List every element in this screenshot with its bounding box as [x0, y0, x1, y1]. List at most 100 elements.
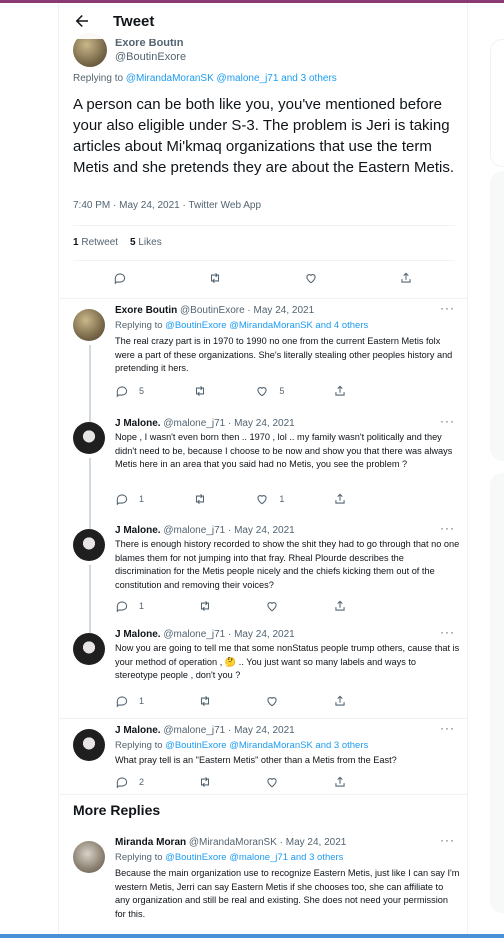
retweet-button[interactable]	[198, 774, 212, 790]
reply-handle-date[interactable]: @malone_j71 · May 24, 2021	[163, 418, 294, 429]
share-button[interactable]	[333, 598, 347, 614]
share-button[interactable]	[333, 491, 347, 507]
retweet-button[interactable]	[208, 270, 222, 286]
reply-text: Now you are going to tell me that some n…	[115, 643, 460, 680]
reply-text: There is enough history recorded to show…	[115, 539, 460, 590]
reply-tweet[interactable]: J Malone. @malone_j71 · May 24, 2021 ···…	[59, 519, 467, 623]
reply-button[interactable]: 1	[115, 598, 144, 614]
like-count: 1	[279, 494, 285, 504]
retweet-icon	[211, 272, 220, 284]
like-button[interactable]	[265, 598, 279, 614]
like-button[interactable]	[265, 774, 279, 790]
reply-icon	[116, 494, 128, 506]
like-button[interactable]: 5	[255, 383, 284, 399]
reply-button[interactable]: 1	[115, 693, 144, 709]
share-icon	[401, 272, 411, 283]
avatar[interactable]	[73, 529, 105, 561]
retweet-button[interactable]	[198, 598, 212, 614]
retweets-label: Retweet	[81, 237, 119, 248]
tweet-column: Tweet Exore Boutin @BoutinExore Replying…	[58, 3, 468, 938]
more-options-icon[interactable]: ···	[440, 301, 455, 315]
thread-line	[89, 519, 91, 529]
like-button[interactable]	[265, 693, 279, 709]
share-icon	[335, 695, 345, 706]
reply-handle-date[interactable]: @MirandaMoranSK · May 24, 2021	[189, 837, 346, 848]
reply-author-name[interactable]: Miranda Moran	[115, 837, 186, 848]
heart-icon	[257, 495, 267, 505]
share-button[interactable]	[333, 383, 347, 399]
heart-icon	[267, 778, 277, 788]
retweet-icon	[195, 493, 204, 505]
back-arrow-icon[interactable]	[73, 12, 91, 30]
replying-prefix: Replying to	[115, 320, 166, 331]
reply-author-name[interactable]: Exore Boutin	[115, 305, 177, 316]
more-options-icon[interactable]: ···	[440, 833, 455, 847]
more-options-icon[interactable]: ···	[440, 721, 455, 735]
replying-prefix: Replying to	[73, 73, 126, 84]
reply-count: 1	[139, 494, 145, 504]
retweet-button[interactable]	[193, 383, 207, 399]
share-button[interactable]	[333, 774, 347, 790]
divider	[73, 260, 455, 261]
avatar[interactable]	[73, 841, 105, 873]
reply-tweet[interactable]: J Malone. @malone_j71 · May 24, 2021 ···…	[59, 719, 467, 795]
reply-count: 2	[139, 777, 145, 787]
reply-actions: 1	[115, 693, 347, 709]
replying-to-link[interactable]: @BoutinExore @malone_j71 and 3 others	[165, 852, 343, 863]
replying-to-link[interactable]: @BoutinExore @MirandaMoranSK and 3 other…	[165, 740, 368, 751]
share-icon	[335, 493, 345, 504]
reply-tweet[interactable]: Exore Boutin @BoutinExore · May 24, 2021…	[59, 299, 467, 412]
reply-author-name[interactable]: J Malone.	[115, 525, 161, 536]
taskbar-strip	[0, 934, 504, 938]
thread-line	[89, 565, 91, 623]
author-handle[interactable]: @BoutinExore	[115, 51, 186, 63]
reply-handle-date[interactable]: @malone_j71 · May 24, 2021	[163, 629, 294, 640]
retweets-stat[interactable]: 1 Retweet	[73, 237, 118, 248]
retweet-icon	[195, 385, 204, 397]
avatar[interactable]	[73, 633, 105, 665]
retweet-button[interactable]	[193, 491, 207, 507]
replying-to-link[interactable]: @BoutinExore @MirandaMoranSK and 4 other…	[165, 320, 368, 331]
more-options-icon[interactable]: ···	[440, 414, 455, 428]
share-button[interactable]	[333, 693, 347, 709]
reply-tweet[interactable]: Miranda Moran @MirandaMoranSK · May 24, …	[59, 831, 467, 938]
reply-actions: 2	[115, 774, 347, 790]
reply-button[interactable]: 5	[115, 383, 144, 399]
share-button[interactable]	[399, 270, 413, 286]
reply-handle-date[interactable]: @BoutinExore · May 24, 2021	[180, 305, 314, 316]
retweet-icon	[200, 600, 209, 612]
retweet-icon	[200, 776, 209, 788]
avatar[interactable]	[73, 309, 105, 341]
reply-tweet[interactable]: J Malone. @malone_j71 · May 24, 2021 ···…	[59, 623, 467, 719]
reply-tweet[interactable]: J Malone. @malone_j71 · May 24, 2021 ···…	[59, 412, 467, 519]
more-options-icon[interactable]: ···	[440, 625, 455, 639]
like-button[interactable]: 1	[255, 491, 284, 507]
right-sidebar	[484, 3, 504, 938]
reply-icon	[116, 386, 128, 398]
reply-author-name[interactable]: J Malone.	[115, 629, 161, 640]
reply-button[interactable]: 1	[115, 491, 144, 507]
like-button[interactable]	[304, 270, 318, 286]
replying-prefix: Replying to	[115, 740, 166, 751]
avatar[interactable]	[73, 729, 105, 761]
reply-count: 1	[139, 696, 145, 706]
likes-stat[interactable]: 5 Likes	[130, 237, 162, 248]
replying-to: Replying to @MirandaMoranSK @malone_j71 …	[73, 73, 337, 84]
reply-button[interactable]: 2	[115, 774, 144, 790]
page-title: Tweet	[113, 12, 155, 30]
avatar[interactable]	[73, 422, 105, 454]
likes-count: 5	[130, 237, 136, 248]
tweet-meta[interactable]: 7:40 PM · May 24, 2021 · Twitter Web App	[73, 200, 261, 211]
reply-icon	[116, 777, 128, 789]
reply-author-name[interactable]: J Malone.	[115, 418, 161, 429]
retweet-button[interactable]	[198, 693, 212, 709]
reply-handle-date[interactable]: @malone_j71 · May 24, 2021	[163, 525, 294, 536]
reply-icon	[114, 273, 126, 285]
replying-to-link[interactable]: @MirandaMoranSK @malone_j71 and 3 others	[126, 73, 337, 84]
reply-header: J Malone. @malone_j71 · May 24, 2021	[115, 725, 295, 736]
reply-button[interactable]	[113, 270, 127, 286]
reply-author-name[interactable]: J Malone.	[115, 725, 161, 736]
more-options-icon[interactable]: ···	[440, 521, 455, 535]
reply-handle-date[interactable]: @malone_j71 · May 24, 2021	[163, 725, 294, 736]
reply-header: Exore Boutin @BoutinExore · May 24, 2021	[115, 305, 314, 316]
